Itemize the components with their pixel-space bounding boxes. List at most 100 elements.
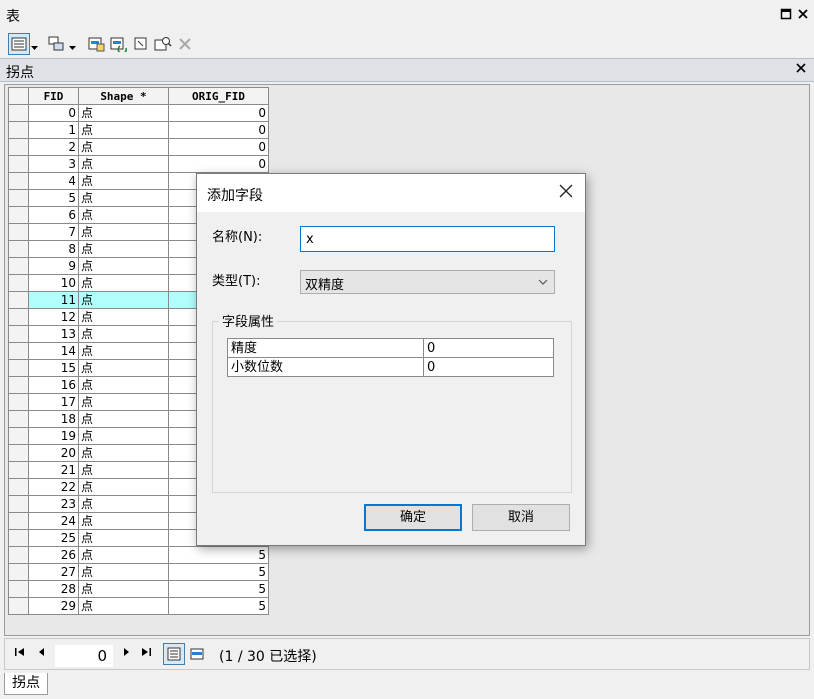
row-selector[interactable] [8,138,29,156]
row-selector[interactable] [8,393,29,411]
next-record-icon[interactable] [119,647,133,661]
fid-cell[interactable]: 14 [28,342,79,360]
fid-cell[interactable]: 4 [28,172,79,190]
row-selector[interactable] [8,376,29,394]
shape-cell[interactable]: 点 [78,172,169,190]
row-selector[interactable] [8,461,29,479]
cancel-button[interactable]: 取消 [472,504,570,531]
zoom-to-selected-icon[interactable] [152,33,174,55]
orig-fid-cell[interactable]: 0 [168,104,269,122]
shape-cell[interactable]: 点 [78,257,169,275]
fid-cell[interactable]: 8 [28,240,79,258]
shape-cell[interactable]: 点 [78,393,169,411]
shape-cell[interactable]: 点 [78,546,169,564]
row-selector[interactable] [8,121,29,139]
table-row[interactable]: 27 点 5 [8,563,269,581]
orig-fid-cell[interactable]: 5 [168,597,269,615]
fid-cell[interactable]: 23 [28,495,79,513]
row-selector[interactable] [8,529,29,547]
orig-fid-cell[interactable]: 5 [168,580,269,598]
orig-fid-cell[interactable]: 5 [168,546,269,564]
last-record-icon[interactable] [139,647,153,661]
table-row[interactable]: 0点0 [8,104,269,122]
fid-cell[interactable]: 9 [28,257,79,275]
shape-cell[interactable]: 点 [78,240,169,258]
row-selector[interactable] [8,223,29,241]
fid-cell[interactable]: 7 [28,223,79,241]
table-row[interactable]: 28 点 5 [8,580,269,598]
chevron-down-icon[interactable] [69,40,76,54]
table-row[interactable]: 1点0 [8,121,269,139]
column-header[interactable]: Shape * [78,87,169,105]
close-icon[interactable] [559,181,573,201]
related-tables-icon[interactable] [46,33,68,55]
field-name-input[interactable] [300,226,555,252]
shape-cell[interactable]: 点 [78,274,169,292]
fid-cell[interactable]: 18 [28,410,79,428]
orig-fid-cell[interactable]: 5 [168,563,269,581]
shape-cell[interactable]: 点 [78,206,169,224]
shape-cell[interactable]: 点 [78,597,169,615]
orig-fid-cell[interactable]: 0 [168,155,269,173]
fid-cell[interactable]: 6 [28,206,79,224]
row-selector[interactable] [8,291,29,309]
row-selector[interactable] [8,104,29,122]
row-selector[interactable] [8,580,29,598]
fid-cell[interactable]: 0 [28,104,79,122]
row-selector[interactable] [8,155,29,173]
shape-cell[interactable]: 点 [78,563,169,581]
ok-button[interactable]: 确定 [364,504,462,531]
record-number-field[interactable]: 0 [55,645,113,667]
table-options-icon[interactable] [8,33,30,55]
row-selector[interactable] [8,274,29,292]
shape-cell[interactable]: 点 [78,427,169,445]
row-selector[interactable] [8,240,29,258]
fid-cell[interactable]: 15 [28,359,79,377]
fid-cell[interactable]: 16 [28,376,79,394]
row-selector[interactable] [8,342,29,360]
row-selector[interactable] [8,478,29,496]
select-by-attributes-icon[interactable] [86,33,108,55]
row-selector[interactable] [8,597,29,615]
shape-cell[interactable]: 点 [78,580,169,598]
property-value[interactable]: 0 [423,357,554,377]
fid-cell[interactable]: 5 [28,189,79,207]
shape-cell[interactable]: 点 [78,138,169,156]
table-row[interactable]: 2点0 [8,138,269,156]
field-type-select[interactable]: 双精度 [300,270,555,294]
show-selected-records-icon[interactable] [189,645,205,663]
fid-cell[interactable]: 2 [28,138,79,156]
delete-selected-icon[interactable] [174,33,196,55]
row-selector[interactable] [8,563,29,581]
row-selector[interactable] [8,512,29,530]
shape-cell[interactable]: 点 [78,342,169,360]
shape-cell[interactable]: 点 [78,512,169,530]
row-selector[interactable] [8,410,29,428]
fid-cell[interactable]: 3 [28,155,79,173]
shape-cell[interactable]: 点 [78,410,169,428]
row-selector[interactable] [8,206,29,224]
fid-cell[interactable]: 17 [28,393,79,411]
shape-cell[interactable]: 点 [78,155,169,173]
maximize-icon[interactable] [779,8,793,22]
shape-cell[interactable]: 点 [78,121,169,139]
shape-cell[interactable]: 点 [78,325,169,343]
fid-cell[interactable]: 10 [28,274,79,292]
fid-cell[interactable]: 24 [28,512,79,530]
shape-cell[interactable]: 点 [78,291,169,309]
close-icon[interactable] [796,61,806,77]
column-header[interactable]: FID [28,87,79,105]
row-selector[interactable] [8,359,29,377]
fid-cell[interactable]: 1 [28,121,79,139]
shape-cell[interactable]: 点 [78,359,169,377]
shape-cell[interactable]: 点 [78,189,169,207]
switch-selection-icon[interactable] [108,33,130,55]
shape-cell[interactable]: 点 [78,104,169,122]
fid-cell[interactable]: 13 [28,325,79,343]
show-all-records-icon[interactable] [163,643,185,665]
row-selector[interactable] [8,172,29,190]
row-selector[interactable] [8,325,29,343]
row-selector[interactable] [8,189,29,207]
table-row[interactable]: 26 点 5 [8,546,269,564]
row-selector-header[interactable] [8,87,29,105]
